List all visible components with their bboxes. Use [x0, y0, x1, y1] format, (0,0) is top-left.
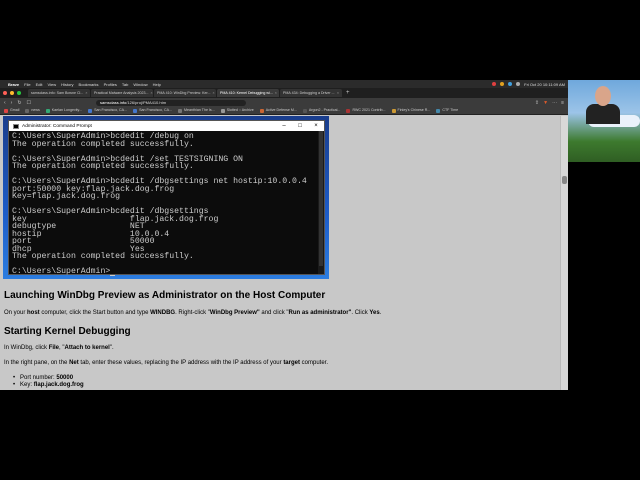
menu-icon[interactable]: ≡ [561, 100, 564, 106]
tab-label: PMA 410: WinDbg Preview: Ker... [157, 91, 211, 95]
list-item-port: Port number: 50000 [13, 375, 73, 381]
share-icon[interactable]: ⇪ [535, 100, 539, 106]
cmd-line: The operation completed successfully. [12, 252, 194, 261]
menu-edit[interactable]: Edit [36, 82, 43, 87]
tab-4-active[interactable]: PMA 410: Kernel Debugging wi... × [217, 89, 279, 97]
bookmark-icon[interactable]: ☐ [27, 100, 31, 106]
page-scrollbar[interactable] [560, 116, 568, 390]
menu-file[interactable]: File [24, 82, 30, 87]
webcam-overlay [568, 80, 640, 162]
mac-menubar: Brave File Edit View History Bookmarks P… [0, 80, 568, 88]
cmd-icon [13, 123, 19, 129]
minimize-window-icon[interactable] [10, 91, 14, 95]
bookmark-item[interactable]: San Francisco, CA... [88, 108, 127, 113]
tab-label: PMA 434: Debugging a Driver ... [283, 91, 335, 95]
extensions-icon[interactable]: ⋯ [552, 100, 557, 106]
heading-start-kernel-debugging: Starting Kernel Debugging [4, 326, 131, 337]
bookmark-item[interactable]: San Francisco, CA... [133, 108, 172, 113]
record-icon[interactable] [492, 82, 497, 86]
close-tab-icon[interactable]: × [151, 91, 153, 95]
minimize-icon: – [282, 123, 286, 129]
window-controls [3, 91, 21, 95]
cmd-cursor [110, 274, 116, 276]
screenshot-desktop-image: Administrator: Command Prompt – □ × C:\U… [3, 116, 329, 279]
close-window-icon[interactable] [3, 91, 7, 95]
cmd-title: Administrator: Command Prompt [22, 123, 92, 129]
command-prompt-window: Administrator: Command Prompt – □ × C:\U… [8, 120, 325, 276]
close-tab-icon[interactable]: × [213, 91, 215, 95]
menu-view[interactable]: View [47, 82, 56, 87]
tab-1[interactable]: samsclass.info: Sam Bowne Cl... × [28, 89, 90, 97]
tab-3[interactable]: PMA 410: WinDbg Preview: Ker... × [154, 89, 216, 97]
tab-2[interactable]: Practical Malware Analysis 2023... × [91, 89, 153, 97]
bookmark-item[interactable]: Slotted :: Archive [220, 108, 254, 113]
bookmark-item[interactable]: Kaelan Longevity... [45, 108, 82, 113]
toolbar-right: ⇪ ▼ ⋯ ≡ [535, 100, 564, 106]
battery-icon[interactable] [516, 82, 521, 86]
bookmark-item[interactable]: CTF Time [436, 108, 458, 113]
bookmark-item[interactable]: Argon2 - Practical... [302, 108, 340, 113]
cmd-window-controls: – □ × [276, 123, 324, 129]
forward-icon[interactable]: › [11, 100, 13, 106]
brave-shields-icon[interactable]: ▼ [543, 100, 548, 106]
tab-label: PMA 410: Kernel Debugging wi... [220, 91, 273, 95]
reload-icon[interactable]: ↻ [17, 100, 21, 106]
page-scroll-thumb[interactable] [562, 176, 567, 184]
bookmark-item[interactable]: Active Defense M... [259, 108, 297, 113]
presenter-head [595, 86, 611, 106]
browser-tabbar: samsclass.info: Sam Bowne Cl... × Practic… [0, 88, 568, 98]
screen: Brave File Edit View History Bookmarks P… [0, 80, 568, 390]
maximize-icon: □ [298, 123, 302, 129]
menu-tab[interactable]: Tab [122, 82, 128, 87]
bookmark-item[interactable]: RWC 2021 Contrib... [346, 108, 386, 113]
cmd-prompt: C:\Users\SuperAdmin> [12, 267, 111, 276]
menubar-status-area: Fri Oct 20 10:11:09 AM [492, 82, 565, 87]
url-domain: samsclass.info [100, 100, 127, 105]
presenter-body [586, 104, 620, 124]
cmd-titlebar: Administrator: Command Prompt – □ × [9, 121, 324, 131]
bookmarks-bar: Gmail news Kaelan Longevity... San Franc… [0, 107, 568, 115]
tab-5[interactable]: PMA 434: Debugging a Driver ... × [280, 89, 342, 97]
tab-label: samsclass.info: Sam Bowne Cl... [31, 91, 84, 95]
address-toolbar: ‹ › ↻ ☐ samsclass.info/126/proj/PMA410.h… [0, 98, 568, 107]
menubar-app-name[interactable]: Brave [8, 82, 19, 87]
url-path: /126/proj/PMA410.htm [126, 100, 167, 105]
list-item-key: Key: flap.jack.dog.frog [13, 382, 84, 388]
heading-launch-windbg: Launching WinDbg Preview as Administrato… [4, 290, 326, 301]
cmd-scrollbar [318, 131, 324, 274]
bookmark-item[interactable]: Meanthian The Is... [178, 108, 215, 113]
close-tab-icon[interactable]: × [85, 91, 87, 95]
cmd-scroll-thumb [319, 131, 323, 266]
paragraph-attach: In WinDbg, click File, "Attach to kernel… [4, 345, 114, 351]
bookmark-item[interactable]: Gmail [4, 108, 19, 113]
address-bar[interactable]: samsclass.info/126/proj/PMA410.htm [96, 99, 247, 106]
paragraph-net-tab: In the right pane, on the Net tab, enter… [4, 360, 328, 366]
page-content: Administrator: Command Prompt – □ × C:\U… [0, 116, 560, 390]
cmd-line: The operation completed successfully. [12, 162, 194, 171]
back-icon[interactable]: ‹ [4, 100, 6, 106]
menu-profiles[interactable]: Profiles [104, 82, 117, 87]
close-tab-icon[interactable]: × [275, 91, 277, 95]
paragraph-launch: On your host computer, click the Start b… [4, 310, 382, 316]
menu-bookmarks[interactable]: Bookmarks [79, 82, 99, 87]
cmd-line: The operation completed successfully. [12, 139, 194, 149]
close-icon: × [314, 123, 318, 129]
close-tab-icon[interactable]: × [337, 91, 339, 95]
menubar-clock[interactable]: Fri Oct 20 10:11:09 AM [524, 82, 565, 87]
menu-window[interactable]: Window [133, 82, 147, 87]
bookmark-item[interactable]: Finley's Chinese R... [391, 108, 430, 113]
cmd-output: C:\Users\SuperAdmin>bcdedit /debug on The… [12, 133, 316, 276]
wifi-icon[interactable] [508, 82, 513, 86]
menu-history[interactable]: History [61, 82, 73, 87]
zoom-window-icon[interactable] [17, 91, 21, 95]
cmd-prompt-line: C:\Users\SuperAdmin> [12, 267, 316, 276]
cmd-line: Key=flap.jack.dog.frog [12, 192, 121, 201]
bookmark-item[interactable]: news [25, 108, 40, 113]
status-icon[interactable] [500, 82, 505, 86]
tab-label: Practical Malware Analysis 2023... [94, 91, 149, 95]
new-tab-icon[interactable]: + [346, 90, 350, 96]
menu-help[interactable]: Help [153, 82, 161, 87]
